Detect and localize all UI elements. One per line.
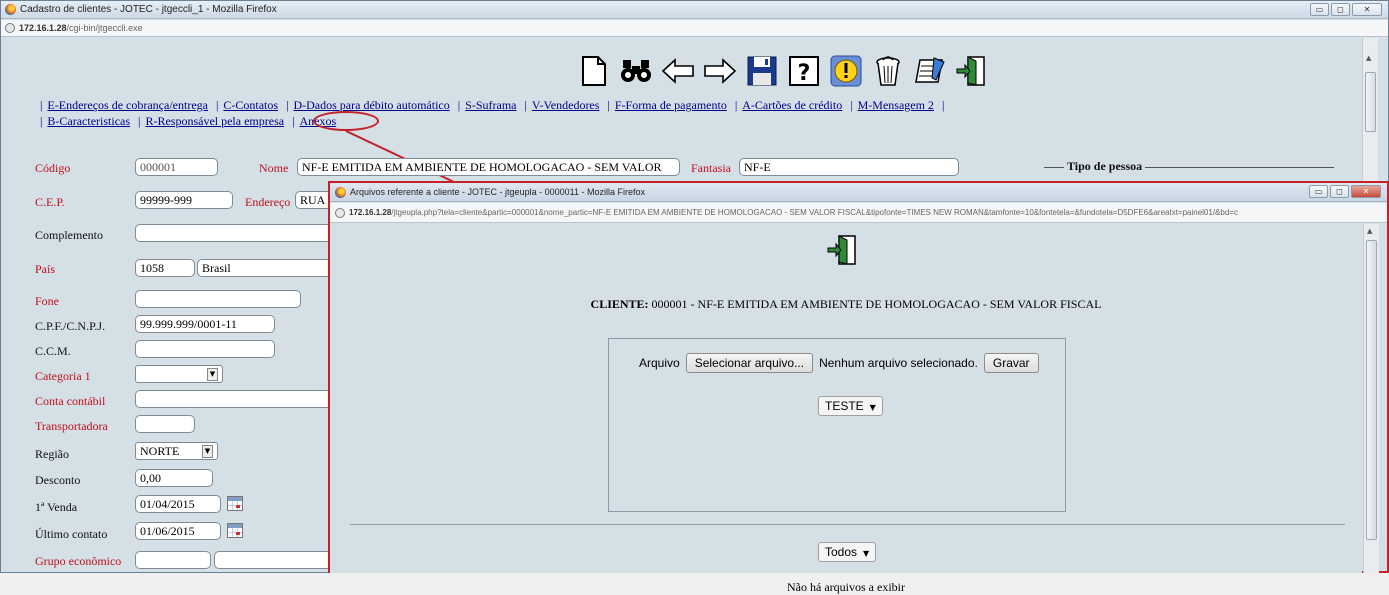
ultimo-contato-label: Último contato xyxy=(35,527,108,541)
empty-files-message: Não há arquivos a exibir xyxy=(787,580,905,594)
section-divider xyxy=(350,524,1345,525)
popup-vertical-scrollbar[interactable]: ▲ xyxy=(1363,224,1379,573)
categoria-select[interactable]: ▼ xyxy=(135,365,223,383)
category-dropdown[interactable]: TESTE ▼ xyxy=(818,396,883,416)
fantasia-input[interactable]: NF-E xyxy=(739,158,959,176)
chevron-down-icon: ▼ xyxy=(863,549,870,558)
grupo-economico-code-input[interactable] xyxy=(135,551,211,569)
ultimo-contato-input[interactable]: 01/06/2015 xyxy=(135,522,221,540)
desconto-input[interactable]: 0,00 xyxy=(135,469,213,487)
popup-browser-window: Arquivos referente a cliente - JOTEC - j… xyxy=(328,181,1389,594)
popup-content: CLIENTE: 000001 - NF-E EMITIDA EM AMBIEN… xyxy=(330,224,1362,594)
fone-input[interactable] xyxy=(135,290,301,308)
cliente-value: 000001 - NF-E EMITIDA EM AMBIENTE DE HOM… xyxy=(651,297,1102,311)
popup-title-bar: Arquivos referente a cliente - JOTEC - j… xyxy=(330,183,1387,202)
conta-contabil-input[interactable] xyxy=(135,390,355,408)
primeira-venda-input[interactable]: 01/04/2015 xyxy=(135,495,221,513)
pais-label: País xyxy=(35,262,56,276)
popup-window-title: Arquivos referente a cliente - JOTEC - j… xyxy=(350,187,645,197)
filter-dropdown[interactable]: Todos ▼ xyxy=(818,542,877,562)
transportadora-input[interactable] xyxy=(135,415,195,433)
exit-door-icon[interactable] xyxy=(827,234,863,270)
arquivo-label: Arquivo xyxy=(639,356,680,370)
firefox-logo-icon xyxy=(335,187,346,198)
categoria-label: Categoria 1 xyxy=(35,369,91,383)
pais-code-input[interactable]: 1058 xyxy=(135,259,195,277)
desconto-label: Desconto xyxy=(35,473,81,487)
scroll-up-arrow-icon[interactable]: ▲ xyxy=(1366,54,1371,62)
globe-icon xyxy=(335,208,345,218)
popup-window-controls: ▭ ◻ ✕ xyxy=(1309,185,1381,198)
popup-minimize-button[interactable]: ▭ xyxy=(1309,185,1328,198)
upload-row: Arquivo Selecionar arquivo... Nenhum arq… xyxy=(639,353,1039,373)
calendar-icon[interactable] xyxy=(227,496,243,511)
no-file-text: Nenhum arquivo selecionado. xyxy=(819,356,978,370)
category-dropdown-value: TESTE xyxy=(825,399,864,413)
nome-input[interactable]: NF-E EMITIDA EM AMBIENTE DE HOMOLOGACAO … xyxy=(297,158,680,176)
scroll-up-arrow-icon[interactable]: ▲ xyxy=(1367,227,1372,235)
upload-panel: Arquivo Selecionar arquivo... Nenhum arq… xyxy=(608,338,1066,512)
popup-close-button[interactable]: ✕ xyxy=(1351,185,1381,198)
chevron-down-icon: ▼ xyxy=(207,367,218,381)
grupo-economico-name-input[interactable] xyxy=(214,551,334,569)
primeira-venda-label: 1ª Venda xyxy=(35,500,78,514)
fone-label: Fone xyxy=(35,294,59,308)
regiao-value: NORTE xyxy=(140,444,180,458)
tipo-pessoa-legend: Tipo de pessoa xyxy=(1064,159,1146,174)
cpf-input[interactable]: 99.999.999/0001-11 xyxy=(135,315,275,333)
calendar-icon[interactable] xyxy=(227,523,243,538)
popup-scroll-thumb[interactable] xyxy=(1366,240,1377,540)
cep-input[interactable]: 99999-999 xyxy=(135,191,233,209)
cpf-label: C.P.F./C.N.P.J. xyxy=(35,319,106,333)
select-file-button[interactable]: Selecionar arquivo... xyxy=(685,353,814,373)
cliente-heading: CLIENTE: 000001 - NF-E EMITIDA EM AMBIEN… xyxy=(330,297,1362,312)
ccm-input[interactable] xyxy=(135,340,275,358)
transportadora-label: Transportadora xyxy=(35,419,108,433)
conta-contabil-label: Conta contábil xyxy=(35,394,106,408)
popup-url-host: 172.16.1.28 xyxy=(349,208,392,217)
ccm-label: C.C.M. xyxy=(35,344,71,358)
regiao-select[interactable]: NORTE ▼ xyxy=(135,442,218,460)
chevron-down-icon: ▼ xyxy=(202,444,213,458)
nome-label: Nome xyxy=(259,161,289,175)
popup-url-path: /jtgeupla.php?tela=cliente&partic=000001… xyxy=(391,208,1238,217)
grupo-economico-label: Grupo econômico xyxy=(35,554,122,568)
cliente-label: CLIENTE: xyxy=(590,297,649,311)
popup-address-bar[interactable]: 172.16.1.28/jtgeupla.php?tela=cliente&pa… xyxy=(330,203,1387,223)
popup-maximize-button[interactable]: ◻ xyxy=(1330,185,1349,198)
codigo-label: Código xyxy=(35,161,71,175)
save-file-button[interactable]: Gravar xyxy=(983,353,1039,373)
cep-label: C.E.P. xyxy=(35,195,65,209)
complemento-label: Complemento xyxy=(35,228,103,242)
main-scroll-thumb[interactable] xyxy=(1365,72,1376,132)
fantasia-label: Fantasia xyxy=(691,161,731,175)
codigo-input[interactable]: 000001 xyxy=(135,158,218,176)
chevron-down-icon: ▼ xyxy=(869,403,876,412)
complemento-input[interactable] xyxy=(135,224,355,242)
filter-dropdown-value: Todos xyxy=(825,545,858,559)
endereco-label: Endereço xyxy=(245,195,291,209)
regiao-label: Região xyxy=(35,447,69,461)
